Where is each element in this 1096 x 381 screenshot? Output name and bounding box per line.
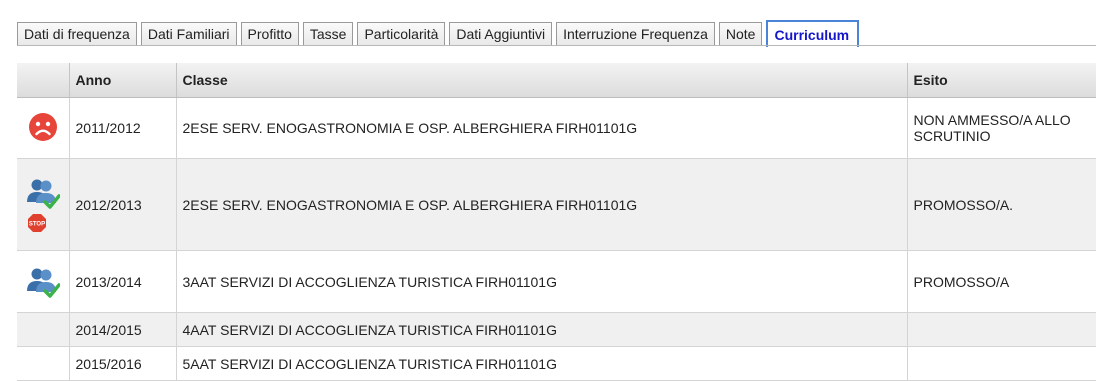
curriculum-table: Anno Classe Esito 2011/2012 2ESE SERV. E…	[17, 63, 1096, 381]
tab-tasse[interactable]: Tasse	[302, 22, 354, 46]
column-header-classe[interactable]: Classe	[176, 63, 908, 98]
classe-cell: 2ESE SERV. ENOGASTRONOMIA E OSP. ALBERGH…	[176, 158, 908, 251]
esito-cell: PROMOSSO/A	[907, 250, 1096, 313]
status-icon-cell	[17, 97, 70, 159]
anno-cell: 2011/2012	[69, 97, 177, 159]
column-header-anno[interactable]: Anno	[69, 63, 177, 98]
tab-dati-di-frequenza[interactable]: Dati di frequenza	[17, 22, 137, 46]
table-row[interactable]: 2014/2015 4AAT SERVIZI DI ACCOGLIENZA TU…	[17, 312, 1096, 347]
tab-dati-familiari[interactable]: Dati Familiari	[140, 22, 237, 46]
tab-curriculum[interactable]: Curriculum	[766, 20, 860, 47]
tab-divider	[17, 45, 1096, 46]
tab-note[interactable]: Note	[718, 22, 763, 46]
classe-cell: 5AAT SERVIZI DI ACCOGLIENZA TURISTICA FI…	[176, 346, 908, 381]
anno-cell: 2015/2016	[69, 346, 177, 381]
anno-cell: 2012/2013	[69, 158, 177, 251]
tab-particolarita[interactable]: Particolarità	[357, 22, 446, 46]
stop-sign-label: STOP	[29, 221, 45, 227]
anno-cell: 2014/2015	[69, 312, 177, 347]
classe-cell: 4AAT SERVIZI DI ACCOGLIENZA TURISTICA FI…	[176, 312, 908, 347]
tab-dati-aggiuntivi[interactable]: Dati Aggiuntivi	[449, 22, 553, 46]
anno-cell: 2013/2014	[69, 250, 177, 313]
esito-cell	[907, 346, 1096, 381]
tab-bar: Dati di frequenza Dati Familiari Profitt…	[17, 17, 860, 47]
table-row[interactable]: STOP 2012/2013 2ESE SERV. ENOGASTRONOMIA…	[17, 158, 1096, 251]
sad-face-icon	[28, 112, 57, 141]
tab-interruzione-frequenza[interactable]: Interruzione Frequenza	[556, 22, 715, 46]
esito-cell: PROMOSSO/A.	[907, 158, 1096, 251]
table-row[interactable]: 2015/2016 5AAT SERVIZI DI ACCOGLIENZA TU…	[17, 346, 1096, 381]
esito-cell: NON AMMESSO/A ALLO SCRUTINIO	[907, 97, 1096, 159]
stop-sign-icon: STOP	[28, 213, 46, 232]
column-header-icon[interactable]	[17, 63, 70, 98]
promoted-users-icon	[26, 268, 60, 298]
status-icon-cell	[17, 250, 70, 313]
column-header-esito[interactable]: Esito	[907, 63, 1096, 98]
tab-profitto[interactable]: Profitto	[240, 22, 299, 46]
status-icon-cell	[17, 312, 70, 347]
status-icon-cell	[17, 346, 70, 381]
classe-cell: 3AAT SERVIZI DI ACCOGLIENZA TURISTICA FI…	[176, 250, 908, 313]
classe-cell: 2ESE SERV. ENOGASTRONOMIA E OSP. ALBERGH…	[176, 97, 908, 159]
promoted-users-icon	[26, 179, 60, 209]
esito-cell	[907, 312, 1096, 347]
table-row[interactable]: 2011/2012 2ESE SERV. ENOGASTRONOMIA E OS…	[17, 97, 1096, 159]
table-row[interactable]: 2013/2014 3AAT SERVIZI DI ACCOGLIENZA TU…	[17, 250, 1096, 313]
status-icon-cell: STOP	[17, 158, 70, 251]
table-header-row: Anno Classe Esito	[17, 63, 1096, 98]
